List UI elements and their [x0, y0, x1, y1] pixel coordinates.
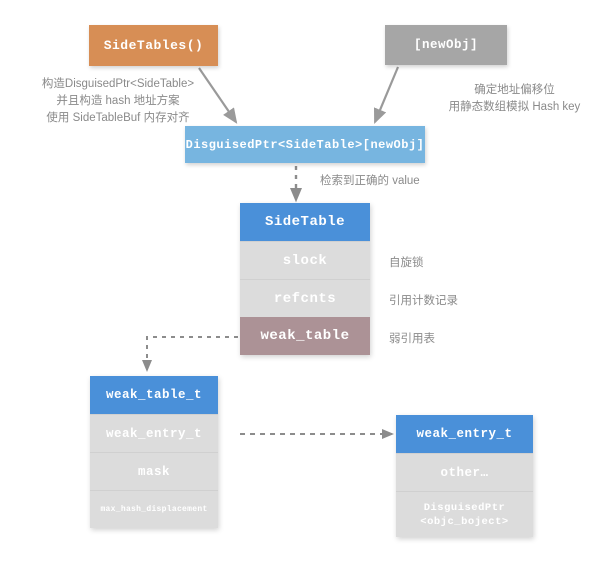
sidetable-note-refcnts: 引用计数记录 — [389, 295, 458, 307]
node-sidetables[interactable]: SideTables() — [89, 25, 218, 66]
sidetable-note-slock: 自旋锁 — [389, 257, 424, 269]
sidetable-row-slock[interactable]: slock — [240, 241, 370, 279]
weak-table-row-max-hash-displacement[interactable]: max_hash_displacement — [90, 490, 218, 528]
note-retrieve-value: 检索到正确的 value — [320, 175, 420, 187]
sidetable-row-weak-table[interactable]: weak_table — [240, 317, 370, 355]
weak-table-row-weak-entry-t[interactable]: weak_entry_t — [90, 414, 218, 452]
weak-entry-disguised-line1: DisguisedPtr — [423, 501, 506, 514]
note-construct-disguised-ptr: 构造DisguisedPtr<SideTable> 并且构造 hash 地址方案… — [41, 78, 195, 124]
weak-entry-row-other[interactable]: other… — [396, 453, 533, 491]
weak-entry-disguised-line2: <objc_boject> — [420, 515, 509, 528]
weak-table-row-mask[interactable]: mask — [90, 452, 218, 490]
node-disguised-ptr[interactable]: DisguisedPtr<SideTable>[newObj] — [185, 126, 425, 163]
weak-table-header[interactable]: weak_table_t — [90, 376, 218, 414]
weak-entry-row-disguised-ptr[interactable]: DisguisedPtr <objc_boject> — [396, 491, 533, 537]
weak-entry-header[interactable]: weak_entry_t — [396, 415, 533, 453]
weak-table-stack: weak_table_t weak_entry_t mask max_hash_… — [90, 376, 218, 528]
note-address-offset: 确定地址偏移位 用静态数组模拟 Hash key — [448, 84, 581, 113]
arrow-weaktable-to-weaktablet — [142, 336, 238, 372]
weak-entry-stack: weak_entry_t other… DisguisedPtr <objc_b… — [396, 415, 533, 537]
sidetable-row-refcnts[interactable]: refcnts — [240, 279, 370, 317]
sidetable-stack: SideTable slock refcnts weak_table — [240, 203, 370, 355]
node-newobj[interactable]: [newObj] — [385, 25, 507, 65]
sidetable-header[interactable]: SideTable — [240, 203, 370, 241]
sidetable-note-weak-table: 弱引用表 — [389, 333, 435, 345]
arrow-newobj-to-disguised — [373, 66, 400, 125]
